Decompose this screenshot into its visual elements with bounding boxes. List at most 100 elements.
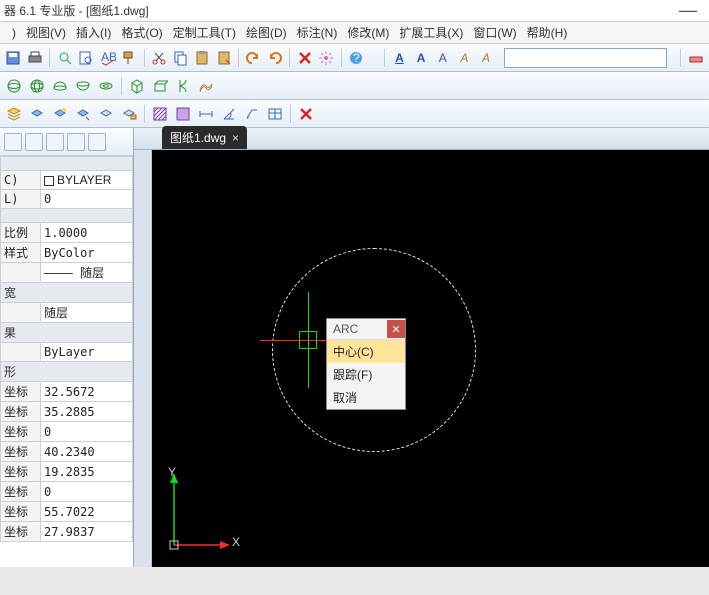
panel-toolbar (0, 128, 133, 156)
document-tab-active[interactable]: 图纸1.dwg × (162, 126, 247, 149)
save-icon[interactable] (4, 48, 23, 68)
prop-value-coord[interactable]: 40.2340 (41, 442, 133, 462)
menu-item[interactable]: ) (8, 24, 20, 42)
minimize-button[interactable]: — (671, 0, 705, 21)
prop-label: C) (1, 171, 41, 190)
leader-icon[interactable] (242, 104, 262, 124)
erase-x-icon[interactable] (296, 104, 316, 124)
menu-item-annotate[interactable]: 标注(N) (293, 22, 342, 43)
canvas-area: 图纸1.dwg × ARC ✕ 中心(C) 跟 (134, 128, 709, 567)
tab-close-icon[interactable]: × (232, 131, 239, 145)
panel-btn-2[interactable] (25, 133, 43, 151)
help-icon[interactable]: ? (347, 48, 366, 68)
prop-value-lineweight[interactable]: 随层 (41, 303, 133, 323)
prop-label: 样式 (1, 243, 41, 263)
svg-text:ABC: ABC (101, 50, 116, 64)
style-combo[interactable] (504, 48, 667, 68)
arc-context-menu: ARC ✕ 中心(C) 跟踪(F) 取消 (326, 318, 406, 410)
layer-lock-icon[interactable] (119, 104, 139, 124)
prop-value-coord[interactable]: 0 (41, 482, 133, 502)
redo-icon[interactable] (266, 48, 285, 68)
menu-item-window[interactable]: 窗口(W) (469, 22, 520, 43)
menu-item-help[interactable]: 帮助(H) (523, 22, 572, 43)
dome-icon[interactable] (50, 76, 70, 96)
prop-label: 坐标 (1, 462, 41, 482)
panel-btn-5[interactable] (88, 133, 106, 151)
table-icon[interactable] (265, 104, 285, 124)
prop-value-coord[interactable]: 0 (41, 422, 133, 442)
print-icon[interactable] (26, 48, 45, 68)
torus-icon[interactable] (96, 76, 116, 96)
menu-item-view[interactable]: 视图(V) (22, 22, 70, 43)
menu-item-draw[interactable]: 绘图(D) (242, 22, 291, 43)
layer-tool-icon[interactable] (686, 48, 705, 68)
spell-icon[interactable]: ABC (98, 48, 117, 68)
context-menu-item-track[interactable]: 跟踪(F) (327, 363, 405, 386)
preview-icon[interactable] (55, 48, 74, 68)
prop-value-coord[interactable]: 55.7022 (41, 502, 133, 522)
find-icon[interactable] (77, 48, 96, 68)
paste-special-icon[interactable] (215, 48, 234, 68)
paste-icon[interactable] (193, 48, 212, 68)
paint-icon[interactable] (120, 48, 139, 68)
prop-value-color[interactable]: BYLAYER (41, 171, 133, 190)
layer-off-icon[interactable] (27, 104, 47, 124)
panel-btn-3[interactable] (46, 133, 64, 151)
prop-value-coord[interactable]: 32.5672 (41, 382, 133, 402)
tab-label: 图纸1.dwg (170, 129, 226, 146)
main-area: C) BYLAYER L) 0 比例 1.0000 样式 ByColor ———… (0, 128, 709, 567)
dim-angular-icon[interactable] (219, 104, 239, 124)
mesh-icon[interactable] (196, 76, 216, 96)
prop-label: 坐标 (1, 422, 41, 442)
document-tabs: 图纸1.dwg × (134, 128, 709, 150)
globe-icon[interactable] (27, 76, 47, 96)
prop-value-coord[interactable]: 35.2885 (41, 402, 133, 422)
prop-label: 坐标 (1, 502, 41, 522)
prop-value-effect[interactable]: ByLayer (41, 343, 133, 362)
text-style-a4[interactable]: A (455, 48, 474, 68)
text-style-a1[interactable]: A (390, 48, 409, 68)
layer-on-icon[interactable] (50, 104, 70, 124)
prop-value-layer[interactable]: 0 (41, 190, 133, 209)
copy-icon[interactable] (171, 48, 190, 68)
panel-btn-1[interactable] (4, 133, 22, 151)
text-style-a5[interactable]: A (477, 48, 496, 68)
prop-label (1, 303, 41, 323)
panel-btn-4[interactable] (67, 133, 85, 151)
hatch-icon[interactable] (150, 104, 170, 124)
prop-value-coord[interactable]: 27.9837 (41, 522, 133, 542)
layers-icon[interactable] (4, 104, 24, 124)
menu-item-insert[interactable]: 插入(I) (72, 22, 115, 43)
bowl-icon[interactable] (73, 76, 93, 96)
burst-icon[interactable] (317, 48, 336, 68)
prop-value-scale[interactable]: 1.0000 (41, 223, 133, 243)
extrude-icon[interactable] (150, 76, 170, 96)
menu-item-format[interactable]: 格式(O) (117, 22, 166, 43)
layer-iso-icon[interactable] (73, 104, 93, 124)
toolbar-1: ABC ? A A A A A (0, 44, 709, 72)
prop-value-style[interactable]: ByColor (41, 243, 133, 263)
dim-linear-icon[interactable] (196, 104, 216, 124)
context-menu-close-icon[interactable]: ✕ (387, 320, 405, 338)
menu-item-extend-tools[interactable]: 扩展工具(X) (395, 22, 467, 43)
context-menu-item-center[interactable]: 中心(C) (327, 340, 405, 363)
revolve-icon[interactable] (173, 76, 193, 96)
context-menu-item-cancel[interactable]: 取消 (327, 386, 405, 409)
menu-item-modify[interactable]: 修改(M) (343, 22, 393, 43)
gradient-icon[interactable] (173, 104, 193, 124)
text-style-a2[interactable]: A (412, 48, 431, 68)
prop-value-coord[interactable]: 19.2835 (41, 462, 133, 482)
undo-icon[interactable] (244, 48, 263, 68)
box-icon[interactable] (127, 76, 147, 96)
prop-label (1, 263, 41, 283)
text-style-a3[interactable]: A (433, 48, 452, 68)
prop-label: 坐标 (1, 382, 41, 402)
prop-section-effect: 果 (1, 323, 133, 343)
layer-freeze-icon[interactable] (96, 104, 116, 124)
menu-item-custom-tools[interactable]: 定制工具(T) (169, 22, 240, 43)
cut-icon[interactable] (150, 48, 169, 68)
sphere-wire-icon[interactable] (4, 76, 24, 96)
delete-icon[interactable] (295, 48, 314, 68)
drawing-viewport[interactable]: ARC ✕ 中心(C) 跟踪(F) 取消 Y X (152, 150, 709, 567)
prop-value-linetype[interactable]: ———— 随层 (41, 263, 133, 283)
